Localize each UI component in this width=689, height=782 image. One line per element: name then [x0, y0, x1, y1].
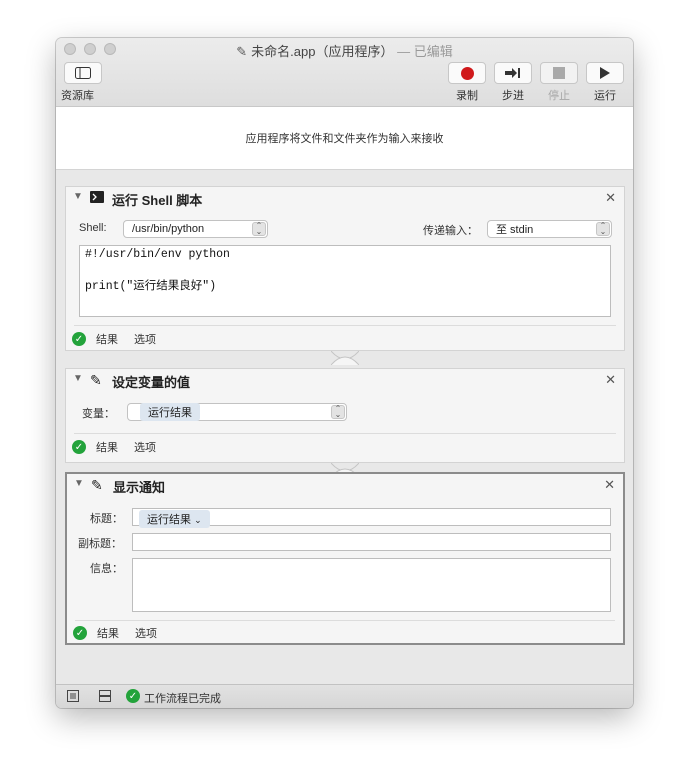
stop-icon [553, 67, 565, 79]
info-label: 信息： [90, 563, 123, 575]
script-icon: ✎ [236, 44, 248, 59]
title-label: 标题： [90, 513, 123, 525]
shell-label: Shell: [79, 222, 107, 234]
updown-chevron-icon: ⌃ ⌄ [596, 222, 610, 236]
workflow-area: 应用程序将文件和文件夹作为输入来接收 ▼ 运行 Shell 脚本 ✕ Shell… [56, 107, 633, 685]
options-tab[interactable]: 选项 [135, 625, 157, 641]
pass-input-select[interactable]: 至 stdin ⌃ ⌄ [487, 220, 612, 238]
options-tab[interactable]: 选项 [134, 439, 156, 455]
input-dropzone: 应用程序将文件和文件夹作为输入来接收 [56, 107, 633, 170]
results-tab[interactable]: 结果 [96, 439, 118, 455]
play-icon [600, 67, 610, 79]
success-check-icon: ✓ [72, 440, 86, 454]
terminal-icon [90, 190, 104, 206]
action-footer: ✓ 结果 选项 [72, 438, 156, 456]
library-button[interactable] [64, 62, 102, 84]
close-icon[interactable]: ✕ [604, 477, 615, 493]
action-set-variable[interactable]: ▼ ✎ 设定变量的值 ✕ 变量： 运行结果 ⌃ ⌄ ✓ 结果 选项 [65, 368, 625, 463]
status-bar: ✓ 工作流程已完成 [56, 684, 633, 708]
disclosure-triangle-icon[interactable]: ▼ [73, 373, 83, 384]
run-label: 运行 [594, 90, 616, 102]
toolbar: ✎ 未命名.app（应用程序） — 已编辑 资源库 录制 步进 停止 运行 [56, 38, 633, 107]
pass-input-value: 至 stdin [496, 224, 534, 236]
run-button[interactable] [586, 62, 624, 84]
action-run-shell-script[interactable]: ▼ 运行 Shell 脚本 ✕ Shell: /usr/bin/python ⌃… [65, 186, 625, 351]
record-icon [460, 66, 474, 80]
notification-title-field[interactable]: 运行结果 ⌄ [132, 508, 611, 528]
action-header: ▼ ✎ 显示通知 ✕ [67, 474, 623, 496]
success-check-icon: ✓ [72, 332, 86, 346]
updown-chevron-icon: ⌃ ⌄ [252, 222, 266, 236]
notification-subtitle-field[interactable] [132, 533, 611, 551]
shell-select[interactable]: /usr/bin/python ⌃ ⌄ [123, 220, 268, 238]
action-header: ▼ 运行 Shell 脚本 ✕ [66, 187, 624, 209]
script-line: #!/usr/bin/env python [85, 248, 230, 261]
script-editor[interactable]: #!/usr/bin/env python print("运行结果良好") [79, 245, 611, 317]
results-tab[interactable]: 结果 [96, 331, 118, 347]
divider [74, 325, 616, 326]
subtitle-label: 副标题： [78, 538, 122, 550]
shell-value: /usr/bin/python [132, 223, 205, 235]
disclosure-triangle-icon[interactable]: ▼ [73, 191, 83, 202]
variable-token: 运行结果 [140, 403, 200, 421]
script-line: print("运行结果良好") [85, 280, 217, 293]
action-display-notification[interactable]: ▼ ✎ 显示通知 ✕ 标题： 运行结果 ⌄ 副标题： 信息： ✓ 结果 选项 [65, 472, 625, 645]
stop-button[interactable] [540, 62, 578, 84]
status-text: 工作流程已完成 [144, 693, 221, 705]
disclosure-triangle-icon[interactable]: ▼ [74, 478, 84, 489]
action-footer: ✓ 结果 选项 [73, 624, 157, 642]
divider [75, 620, 615, 621]
record-button[interactable] [448, 62, 486, 84]
automator-window: ✎ 未命名.app（应用程序） — 已编辑 资源库 录制 步进 停止 运行 应用程… [56, 38, 633, 708]
results-tab[interactable]: 结果 [97, 625, 119, 641]
options-tab[interactable]: 选项 [134, 331, 156, 347]
library-label: 资源库 [61, 90, 94, 102]
variable-select[interactable]: 运行结果 ⌃ ⌄ [127, 403, 347, 421]
notification-info-field[interactable] [132, 558, 611, 612]
step-label: 步进 [502, 90, 524, 102]
step-button[interactable] [494, 62, 532, 84]
chevron-down-icon: ⌄ [194, 515, 202, 525]
close-icon[interactable]: ✕ [605, 372, 616, 388]
close-icon[interactable]: ✕ [605, 190, 616, 206]
script-icon: ✎ [91, 477, 103, 493]
variable-token[interactable]: 运行结果 ⌄ [139, 510, 210, 528]
success-check-icon: ✓ [126, 689, 140, 703]
script-icon: ✎ [90, 372, 102, 388]
action-title: 设定变量的值 [112, 375, 191, 390]
variable-label: 变量： [82, 408, 115, 420]
stop-label: 停止 [548, 90, 570, 102]
pass-input-label: 传递输入： [423, 225, 478, 237]
action-connector [331, 351, 359, 365]
divider [74, 433, 616, 434]
step-icon [505, 68, 520, 78]
list-view-icon[interactable] [67, 690, 79, 702]
success-check-icon: ✓ [73, 626, 87, 640]
workflow-view-icon[interactable] [99, 690, 111, 702]
updown-chevron-icon: ⌃ ⌄ [331, 405, 345, 419]
record-label: 录制 [456, 90, 478, 102]
action-title: 运行 Shell 脚本 [112, 193, 203, 208]
action-title: 显示通知 [113, 480, 166, 495]
action-footer: ✓ 结果 选项 [72, 330, 156, 348]
window-title: ✎ 未命名.app（应用程序） — 已编辑 [236, 44, 453, 59]
sidebar-icon [75, 67, 91, 79]
action-header: ▼ ✎ 设定变量的值 ✕ [66, 369, 624, 391]
